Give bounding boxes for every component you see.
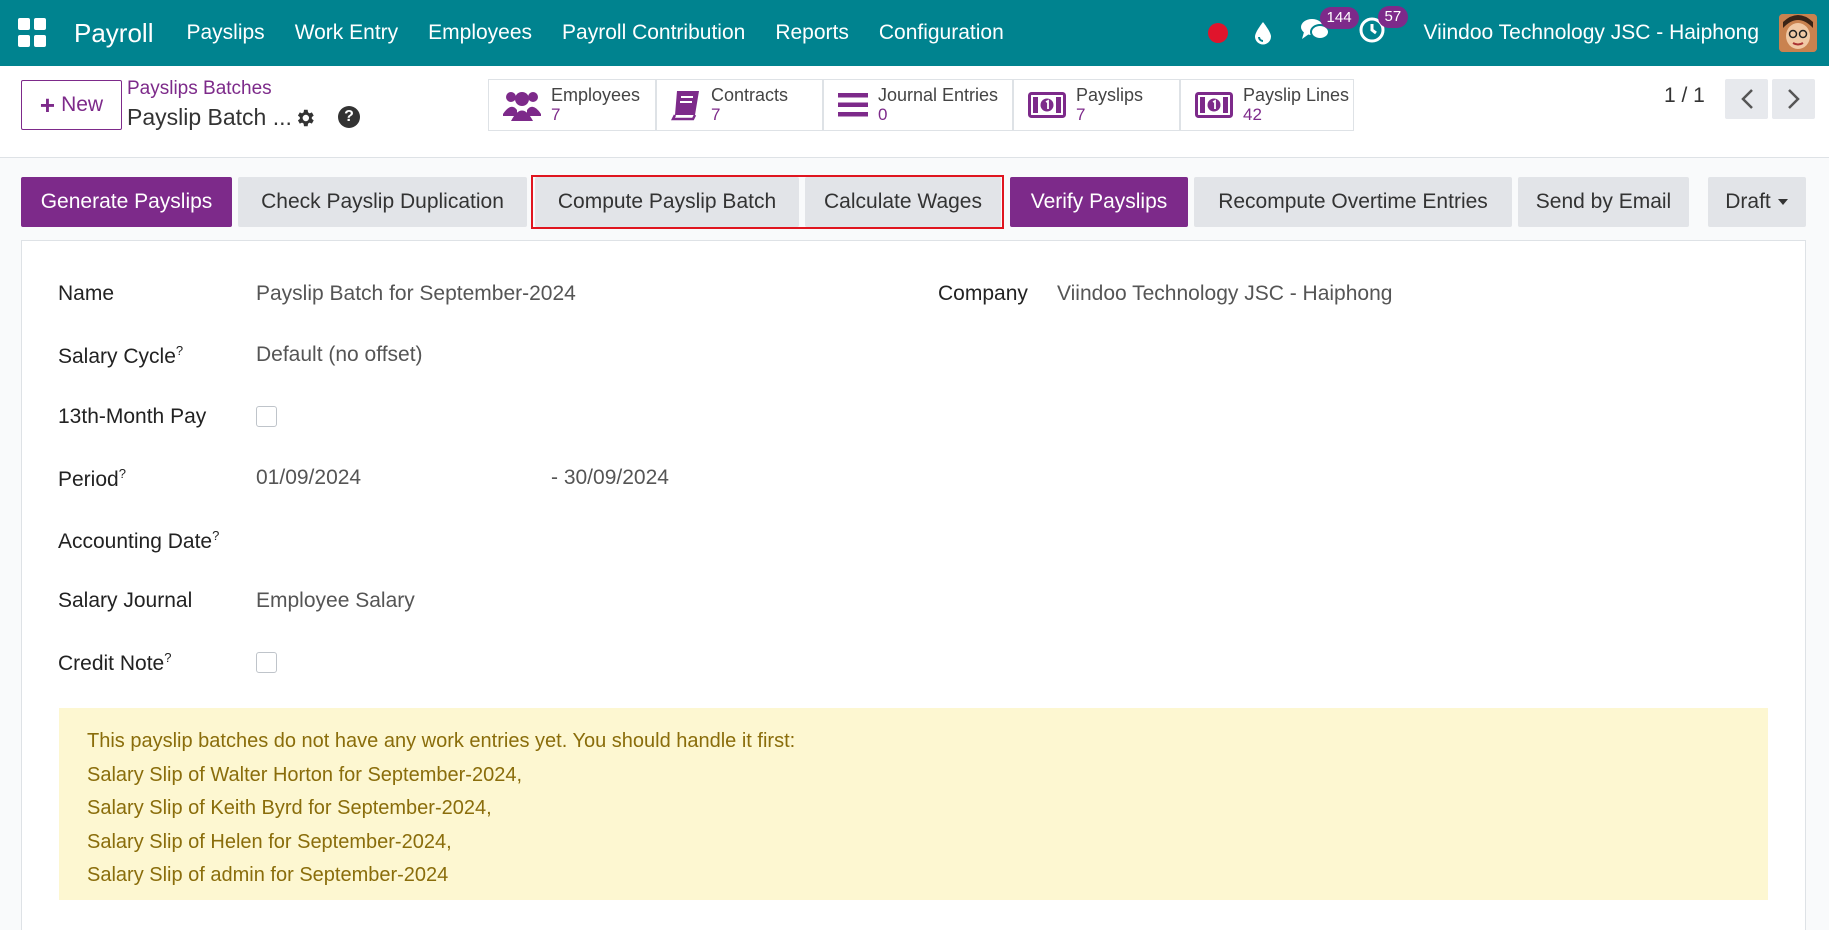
activities-count-badge: 57 <box>1377 6 1409 28</box>
alert-line: Salary Slip of Walter Horton for Septemb… <box>87 763 523 786</box>
stat-payslips-value: 7 <box>1076 105 1086 124</box>
help-tooltip-icon[interactable]: ? <box>176 343 183 358</box>
credit-note-label: Credit Note? <box>58 650 172 675</box>
alert-line: This payslip batches do not have any wor… <box>87 730 796 752</box>
stat-journal-entries-button[interactable]: Journal Entries 0 <box>823 79 1013 131</box>
company-field[interactable]: Viindoo Technology JSC - Haiphong <box>1057 282 1392 306</box>
stat-contracts-value: 7 <box>711 105 721 124</box>
messages-button[interactable]: 144 <box>1300 7 1359 49</box>
messages-count-badge: 144 <box>1319 7 1359 29</box>
help-tooltip-icon[interactable]: ? <box>164 650 171 665</box>
period-to-field[interactable]: - 30/09/2024 <box>551 466 669 490</box>
water-drop-icon[interactable] <box>1254 21 1272 45</box>
recording-dot-icon[interactable] <box>1207 23 1228 43</box>
new-button[interactable]: + New <box>21 80 122 130</box>
accounting-date-label: Accounting Date? <box>58 528 220 553</box>
pager-previous-button[interactable] <box>1725 79 1768 119</box>
stat-employees-button[interactable]: Employees 7 <box>488 79 656 131</box>
state-label: Draft <box>1725 190 1771 213</box>
money-icon <box>1028 92 1066 118</box>
menu-work-entry[interactable]: Work Entry <box>295 21 398 45</box>
stat-payslip-lines-button[interactable]: Payslip Lines 42 <box>1180 79 1354 131</box>
help-icon[interactable]: ? <box>338 106 360 128</box>
app-brand[interactable]: Payroll <box>74 18 153 49</box>
record-title: Payslip Batch ... <box>127 104 292 130</box>
book-icon <box>671 91 699 121</box>
stat-payslips-label: Payslips <box>1076 85 1144 105</box>
name-label: Name <box>58 282 115 305</box>
stat-payslips-button[interactable]: Payslips 7 <box>1013 79 1180 131</box>
stat-journal-entries-label: Journal Entries <box>878 85 999 105</box>
alert-line: Salary Slip of Helen for September-2024, <box>87 830 452 853</box>
menu-payslips[interactable]: Payslips <box>186 21 264 45</box>
salary-cycle-label: Salary Cycle? <box>58 343 184 368</box>
menu-employees[interactable]: Employees <box>428 21 532 45</box>
salary-journal-field[interactable]: Employee Salary <box>256 589 415 613</box>
menu-reports[interactable]: Reports <box>775 21 849 45</box>
pager-next-button[interactable] <box>1772 79 1815 119</box>
highlight-annotation-box <box>531 175 1004 229</box>
recompute-overtime-entries-button[interactable]: Recompute Overtime Entries <box>1194 177 1512 227</box>
stat-employees-label: Employees <box>551 85 641 105</box>
period-label: Period? <box>58 466 126 491</box>
gear-icon[interactable] <box>294 107 316 129</box>
alert-line: Salary Slip of admin for September-2024 <box>87 864 449 886</box>
money-icon <box>1195 92 1233 118</box>
control-panel: + New Payslips Batches Payslip Batch ... … <box>0 66 1829 158</box>
menu-payroll-contribution[interactable]: Payroll Contribution <box>562 21 745 45</box>
verify-payslips-button[interactable]: Verify Payslips <box>1010 177 1188 227</box>
help-tooltip-icon[interactable]: ? <box>119 466 126 481</box>
salary-journal-label: Salary Journal <box>58 589 193 612</box>
stat-contracts-button[interactable]: Contracts 7 <box>656 79 823 131</box>
form-statusbar: Generate Payslips Check Payslip Duplicat… <box>0 158 1829 240</box>
alert-line: Salary Slip of Keith Byrd for September-… <box>87 797 492 819</box>
list-icon <box>838 93 868 117</box>
user-avatar[interactable] <box>1779 14 1817 52</box>
chevron-right-icon <box>1787 89 1800 109</box>
period-from-field[interactable]: 01/09/2024 <box>256 466 361 490</box>
state-dropdown[interactable]: Draft <box>1708 177 1806 227</box>
stat-payslip-lines-value: 42 <box>1243 105 1262 124</box>
send-by-email-button[interactable]: Send by Email <box>1518 177 1689 227</box>
caret-down-icon <box>1777 199 1788 205</box>
check-payslip-duplication-button[interactable]: Check Payslip Duplication <box>238 177 527 227</box>
company-switcher[interactable]: Viindoo Technology JSC - Haiphong <box>1424 21 1759 45</box>
menu-configuration[interactable]: Configuration <box>879 21 1004 45</box>
apps-menu-icon[interactable] <box>18 18 48 48</box>
stat-contracts-label: Contracts <box>711 85 789 105</box>
chevron-left-icon <box>1740 89 1753 109</box>
stat-payslip-lines-label: Payslip Lines <box>1243 85 1350 105</box>
work-entries-warning-alert: This payslip batches do not have any wor… <box>59 708 1768 900</box>
help-tooltip-icon[interactable]: ? <box>212 528 219 543</box>
stat-journal-entries-value: 0 <box>878 105 888 124</box>
salary-cycle-field[interactable]: Default (no offset) <box>256 343 423 367</box>
plus-icon: + <box>39 90 56 120</box>
name-field[interactable]: Payslip Batch for September-2024 <box>256 282 576 306</box>
company-label: Company <box>938 282 1028 305</box>
breadcrumb-payslips-batches[interactable]: Payslips Batches <box>127 78 272 100</box>
users-icon <box>503 92 541 121</box>
stat-employees-value: 7 <box>551 105 561 124</box>
pager-counter[interactable]: 1 / 1 <box>1664 84 1705 108</box>
top-navbar: Payroll Payslips Work Entry Employees Pa… <box>0 0 1829 66</box>
thirteenth-month-pay-checkbox[interactable] <box>256 406 277 427</box>
generate-payslips-button[interactable]: Generate Payslips <box>21 177 232 227</box>
form-sheet: Name Payslip Batch for September-2024 Co… <box>21 240 1806 930</box>
activities-button[interactable]: 57 <box>1358 6 1409 50</box>
avatar-face-icon <box>1779 14 1817 52</box>
credit-note-checkbox[interactable] <box>256 652 277 673</box>
thirteenth-month-pay-label: 13th-Month Pay <box>58 405 207 428</box>
